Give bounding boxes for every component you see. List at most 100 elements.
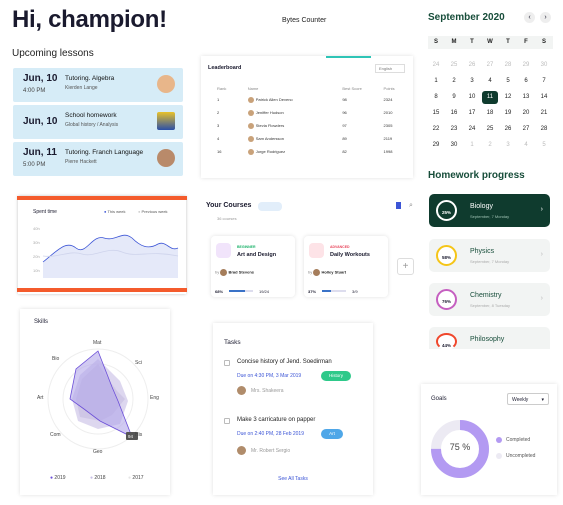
avatar [247,148,254,155]
calendar-day[interactable]: 30 [446,139,462,152]
calendar: September 2020 ‹ › SMTWTFS 24 25 26 27 28 29 3… [428,12,553,152]
skills-card: Skills 94 Mat Sci Eng His Geo Com Art Bi… [20,309,170,495]
task-due: Due on 4:30 PM, 3 Mar 2019 [237,373,302,379]
bookmark-icon[interactable] [396,202,401,209]
homework-item-philosophy[interactable]: 44% Philosophy [429,327,550,350]
calendar-day[interactable]: 13 [518,91,534,104]
courses-title: Your Courses [206,202,252,209]
homework-item-biology[interactable]: 25% Biology September, 7 Monday › [429,194,550,227]
homework-date: September, 8 Tuesday [470,303,511,308]
lesson-card[interactable]: Jun, 10 4:00 PM Tutoring. Algebra Kierde… [13,68,183,102]
calendar-day[interactable]: 10 [464,91,480,104]
teacher-avatar [157,149,175,167]
axis-label: Com [50,432,61,438]
course-author: by Holley Stuart [308,269,347,276]
calendar-day[interactable]: 9 [446,91,462,104]
calendar-day[interactable]: 24 [428,59,444,72]
axis-label: Eng [150,395,159,401]
calendar-day[interactable]: 29 [518,59,534,72]
calendar-day[interactable]: 2 [482,139,498,152]
weekday-label: T [506,39,510,45]
weekday-label: T [470,39,474,45]
calendar-day[interactable]: 23 [446,123,462,136]
rank-cell: 4 [217,136,220,141]
calendar-day[interactable]: 18 [482,107,498,120]
calendar-day[interactable]: 6 [518,75,534,88]
chevron-right-icon[interactable]: › [540,12,551,23]
calendar-day[interactable]: 27 [518,123,534,136]
weekday-label: S [433,39,438,45]
calendar-day[interactable]: 27 [482,59,498,72]
points-cell: 2010 [383,110,393,115]
homework-item-chemistry[interactable]: 76% Chemistry September, 8 Tuesday › [429,283,550,316]
calendar-day[interactable]: 22 [428,123,444,136]
course-card[interactable]: ADVANCED Daily Workouts by Holley Stuart… [304,236,388,297]
progress-ring: 76% [436,289,457,310]
calendar-day[interactable]: 5 [536,139,552,152]
calendar-day[interactable]: 26 [464,59,480,72]
calendar-day[interactable]: 4 [482,75,498,88]
table-row[interactable]: 3 Stevia Flowders 97 2305 [207,119,407,132]
table-row[interactable]: 4 Sam Andersson 89 2119 [207,132,407,145]
leaderboard-accent [326,56,371,58]
name-cell: Stevia Flowders [255,122,285,128]
filter-pill[interactable] [258,202,282,211]
score-cell: 97 [342,123,347,128]
y-tick: 20h [33,254,40,259]
lesson-date: Jun, 11 [23,147,57,158]
points-cell: 1998 [383,149,393,154]
workout-icon [309,243,324,258]
calendar-day[interactable]: 29 [428,139,444,152]
leaderboard-card: Leaderboard English Rank Name Best Score… [201,56,413,178]
y-tick: 10h [33,268,40,273]
calendar-day[interactable]: 4 [518,139,534,152]
calendar-day[interactable]: 21 [536,107,552,120]
name-cell: Patrick Allen Deveno [255,96,293,102]
lesson-card[interactable]: Jun, 11 5:00 PM Tutoring. Franch Languag… [13,142,183,176]
weekday-label: F [524,39,528,45]
calendar-day[interactable]: 16 [446,107,462,120]
points-cell: 2305 [383,123,393,128]
calendar-day[interactable]: 14 [536,91,552,104]
table-row[interactable]: 16 Jorge Rodriguez 82 1998 [207,145,407,158]
calendar-day[interactable]: 25 [482,123,498,136]
calendar-day[interactable]: 17 [464,107,480,120]
calendar-day[interactable]: 3 [464,75,480,88]
calendar-day[interactable]: 2 [446,75,462,88]
table-row[interactable]: 2 Jeniffer Hudson 96 2010 [207,106,407,119]
calendar-day[interactable]: 19 [500,107,516,120]
greeting-title: Hi, champion! [12,6,167,33]
period-select[interactable]: Weekly ▾ [507,393,549,405]
calendar-day[interactable]: 5 [500,75,516,88]
calendar-day[interactable]: 30 [536,59,552,72]
task-checkbox[interactable] [224,418,230,424]
homework-item-physics[interactable]: 58% Physics September, 7 Monday › [429,239,550,272]
calendar-day[interactable]: 12 [500,91,516,104]
calendar-day[interactable]: 1 [464,139,480,152]
language-select[interactable]: English [375,64,405,73]
accent-bar [17,288,187,292]
calendar-day[interactable]: 3 [500,139,516,152]
calendar-day[interactable]: 15 [428,107,444,120]
calendar-day[interactable]: 25 [446,59,462,72]
calendar-day[interactable]: 8 [428,91,444,104]
legend-this-week: ● This week [104,209,126,214]
lesson-card[interactable]: Jun, 10 School homework Global history /… [13,105,183,139]
calendar-day[interactable]: 7 [536,75,552,88]
course-card[interactable]: BEGINNER Art and Design by Brad Stevens … [211,236,295,297]
add-course-button[interactable]: + [397,258,414,275]
search-icon[interactable]: ⌕ [409,202,413,210]
see-all-tasks-link[interactable]: See All Tasks [213,476,373,482]
calendar-day[interactable]: 26 [500,123,516,136]
calendar-day[interactable]: 11 [482,91,498,104]
avatar [247,96,254,103]
calendar-day[interactable]: 1 [428,75,444,88]
calendar-day[interactable]: 20 [518,107,534,120]
avatar [237,386,246,395]
calendar-day[interactable]: 28 [536,123,552,136]
table-row[interactable]: 1 Patrick Allen Deveno 98 2324 [207,93,407,106]
chevron-left-icon[interactable]: ‹ [524,12,535,23]
task-checkbox[interactable] [224,360,230,366]
calendar-day[interactable]: 28 [500,59,516,72]
calendar-day[interactable]: 24 [464,123,480,136]
